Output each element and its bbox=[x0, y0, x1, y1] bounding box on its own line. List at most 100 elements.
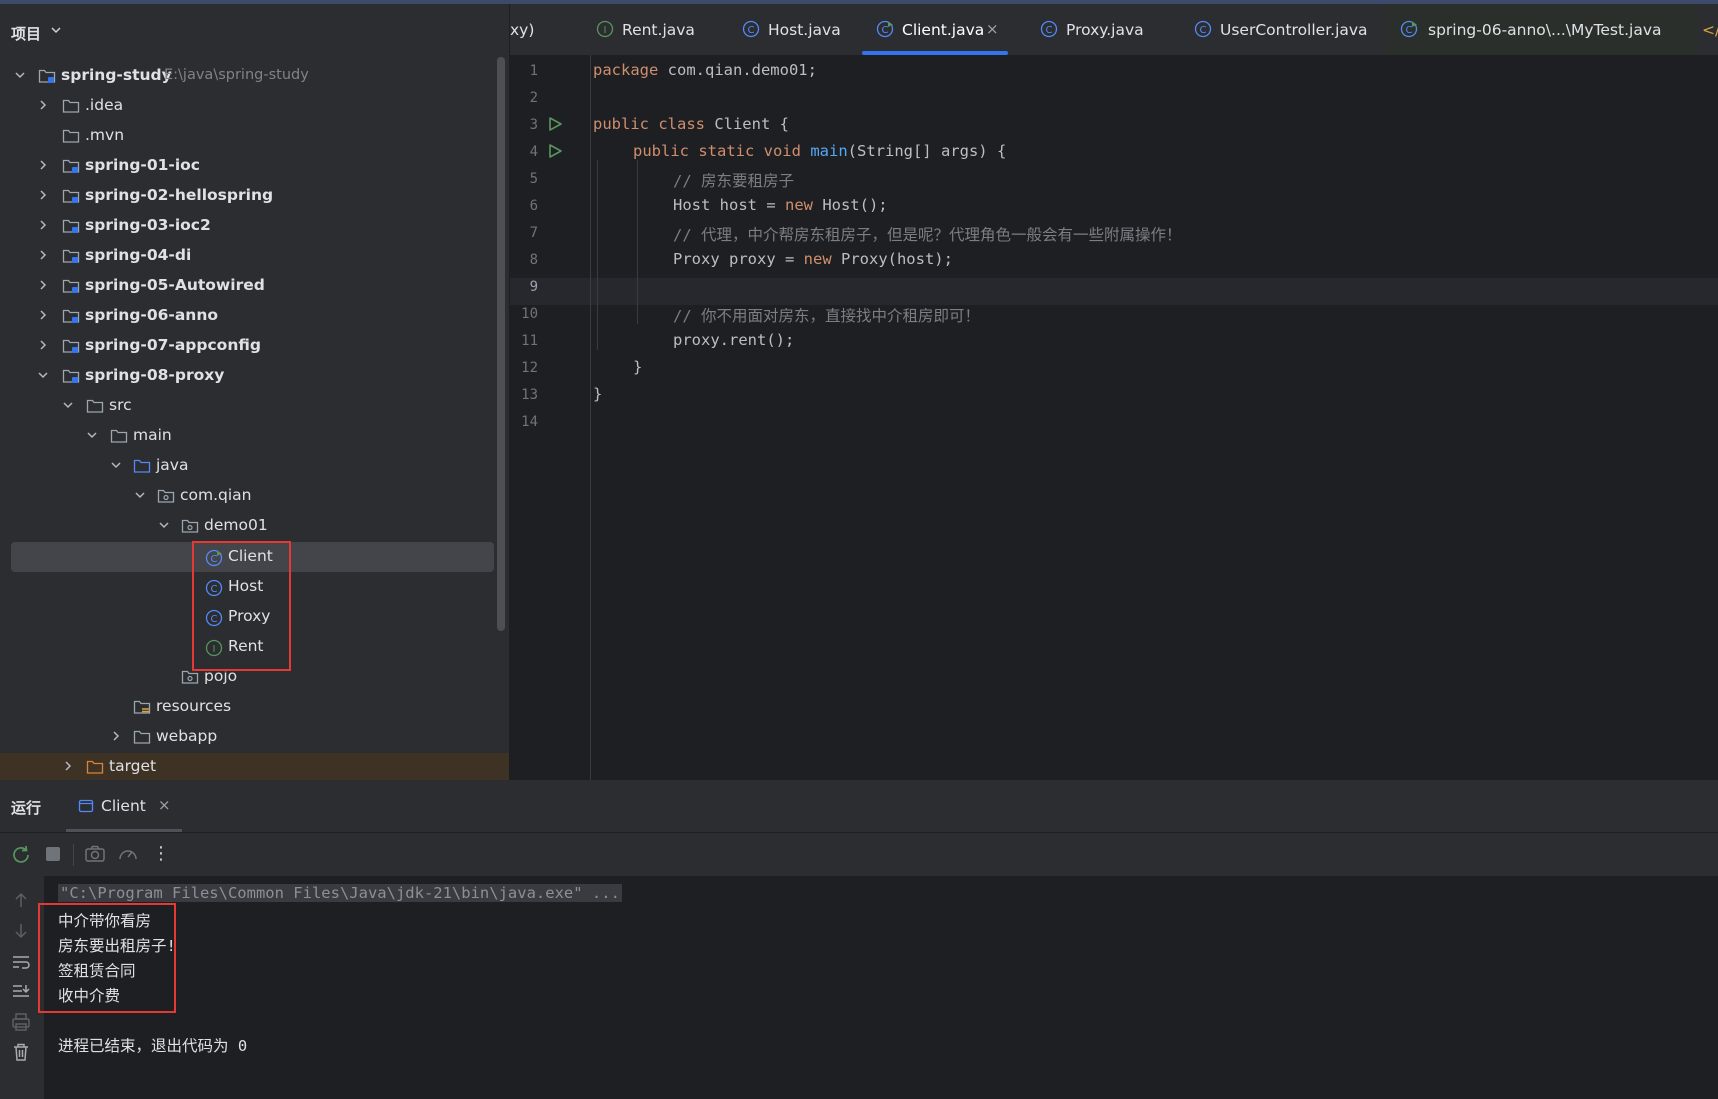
stop-icon[interactable] bbox=[42, 843, 64, 865]
svg-text:C: C bbox=[1406, 25, 1413, 36]
folder-icon bbox=[62, 128, 80, 144]
tree-item-src[interactable]: src bbox=[0, 391, 494, 421]
run-main-icon[interactable] bbox=[547, 143, 563, 159]
tree-item-java[interactable]: java bbox=[0, 451, 494, 481]
chevron-right-icon[interactable] bbox=[37, 309, 49, 321]
chevron-right-icon[interactable] bbox=[37, 189, 49, 201]
tree-item-spring-01-ioc[interactable]: spring-01-ioc bbox=[0, 151, 494, 181]
close-icon[interactable]: × bbox=[986, 20, 999, 38]
chevron-down-icon[interactable] bbox=[134, 489, 146, 501]
code-line-6[interactable]: Host host = new Host(); bbox=[673, 196, 888, 214]
trash-icon[interactable] bbox=[10, 1041, 32, 1063]
chevron-down-icon[interactable] bbox=[62, 399, 74, 411]
tree-item-target[interactable]: target bbox=[0, 752, 494, 782]
tab-rent-java[interactable]: I Rent.java bbox=[584, 4, 718, 55]
chevron-down-icon[interactable] bbox=[86, 429, 98, 441]
tree-item-spring-08-proxy[interactable]: spring-08-proxy bbox=[0, 361, 494, 391]
code-line-7[interactable]: // 代理，中介帮房东租房子，但是呢？代理角色一般会有一些附属操作！ bbox=[673, 223, 1182, 245]
code-line-1[interactable]: package com.qian.demo01; bbox=[593, 61, 817, 79]
code-line-10[interactable]: // 你不用面对房东，直接找中介租房即可！ bbox=[673, 304, 980, 326]
code-line-4[interactable]: public static void main(String[] args) { bbox=[633, 142, 1006, 160]
tree-item-spring-05-autowired[interactable]: spring-05-Autowired bbox=[0, 271, 494, 301]
code-line-12[interactable]: } bbox=[633, 358, 642, 376]
tab-label: Host.java bbox=[768, 21, 841, 39]
tree-item-spring-03-ioc2[interactable]: spring-03-ioc2 bbox=[0, 211, 494, 241]
project-title[interactable]: 项目 bbox=[11, 23, 41, 44]
rerun-icon[interactable] bbox=[10, 843, 32, 865]
code-keyword: new bbox=[784, 196, 813, 214]
code-text: Proxy proxy = bbox=[673, 250, 804, 268]
module-folder-icon bbox=[62, 368, 80, 384]
chevron-right-icon[interactable] bbox=[37, 279, 49, 291]
code-line-8[interactable]: Proxy proxy = new Proxy(host); bbox=[673, 250, 953, 268]
scroll-to-end-icon[interactable] bbox=[10, 981, 32, 1003]
tree-item-main[interactable]: main bbox=[0, 421, 494, 451]
tree-item-spring-04-di[interactable]: spring-04-di bbox=[0, 241, 494, 271]
tab-partial[interactable]: xy) bbox=[510, 4, 564, 55]
chevron-right-icon[interactable] bbox=[37, 339, 49, 351]
soft-wrap-icon[interactable] bbox=[10, 951, 32, 973]
tree-item-mvn[interactable]: .mvn bbox=[0, 121, 494, 151]
chevron-down-icon[interactable] bbox=[37, 369, 49, 381]
gauge-icon[interactable] bbox=[117, 843, 139, 865]
tree-item-demo01[interactable]: demo01 bbox=[0, 511, 494, 541]
console-exit-line: 进程已结束，退出代码为 0 bbox=[58, 1037, 248, 1055]
class-icon: C bbox=[1194, 20, 1212, 38]
run-tab-client[interactable]: Client × bbox=[66, 780, 182, 832]
chevron-down-icon[interactable] bbox=[158, 519, 170, 531]
tree-item-webapp[interactable]: webapp bbox=[0, 722, 494, 752]
tree-item-spring-02-hellospring[interactable]: spring-02-hellospring bbox=[0, 181, 494, 211]
tab-mytest-java[interactable]: C spring-06-anno\...\MyTest.java bbox=[1386, 4, 1698, 55]
tree-label: webapp bbox=[156, 727, 218, 745]
svg-text:C: C bbox=[1046, 25, 1053, 36]
line-number: 12 bbox=[521, 360, 538, 376]
chevron-right-icon[interactable] bbox=[37, 159, 49, 171]
project-tool-window: 项目 spring-study E:\java\spring-study .id… bbox=[0, 4, 510, 780]
tree-root-spring-study[interactable]: spring-study E:\java\spring-study bbox=[0, 61, 494, 91]
tree-item-com-qian[interactable]: com.qian bbox=[0, 481, 494, 511]
chevron-right-icon[interactable] bbox=[62, 760, 74, 772]
svg-text:I: I bbox=[604, 25, 607, 36]
module-folder-icon bbox=[38, 68, 56, 84]
chevron-down-icon[interactable] bbox=[50, 24, 62, 39]
code-line-13[interactable]: } bbox=[593, 385, 602, 403]
tab-label: UserController.java bbox=[1220, 21, 1368, 39]
tab-label: Client.java bbox=[902, 21, 985, 39]
chevron-right-icon[interactable] bbox=[37, 219, 49, 231]
close-icon[interactable]: × bbox=[158, 796, 171, 814]
tree-item-resources[interactable]: resources bbox=[0, 692, 494, 722]
code-line-11[interactable]: proxy.rent(); bbox=[673, 331, 794, 349]
camera-icon[interactable] bbox=[84, 843, 106, 865]
line-number: 3 bbox=[529, 117, 538, 133]
chevron-right-icon[interactable] bbox=[37, 99, 49, 111]
line-number-gutter: 1 2 3 4 5 6 7 8 9 10 11 12 13 14 bbox=[510, 55, 591, 780]
more-options-icon[interactable]: ⋮ bbox=[150, 843, 172, 865]
chevron-right-icon[interactable] bbox=[110, 730, 122, 742]
print-icon[interactable] bbox=[10, 1011, 32, 1033]
code-line-3[interactable]: public class Client { bbox=[593, 115, 789, 133]
chevron-right-icon[interactable] bbox=[37, 249, 49, 261]
tree-item-spring-06-anno[interactable]: spring-06-anno bbox=[0, 301, 494, 331]
console-output[interactable]: "C:\Program Files\Common Files\Java\jdk-… bbox=[38, 876, 1718, 1099]
code-line-5[interactable]: // 房东要租房子 bbox=[673, 169, 794, 191]
tab-host-java[interactable]: C Host.java bbox=[730, 4, 860, 55]
tree-item-idea[interactable]: .idea bbox=[0, 91, 494, 121]
class-icon: C bbox=[742, 20, 760, 38]
tab-proxy-java[interactable]: C Proxy.java bbox=[1026, 4, 1162, 55]
project-header: 项目 bbox=[0, 4, 509, 58]
tab-usercontroller-java[interactable]: C UserController.java bbox=[1180, 4, 1380, 55]
tab-overflow[interactable]: </ bbox=[1698, 4, 1718, 55]
code-text: (String[] args) { bbox=[847, 142, 1007, 160]
tree-item-spring-07-appconfig[interactable]: spring-07-appconfig bbox=[0, 331, 494, 361]
source-folder-icon bbox=[133, 458, 151, 474]
arrow-up-icon[interactable] bbox=[10, 889, 32, 911]
arrow-down-icon[interactable] bbox=[10, 920, 32, 942]
tab-client-java[interactable]: C Client.java × bbox=[862, 4, 1008, 55]
tree-label: spring-05-Autowired bbox=[85, 276, 265, 294]
chevron-down-icon[interactable] bbox=[110, 459, 122, 471]
folder-icon bbox=[133, 729, 151, 745]
module-folder-icon bbox=[62, 248, 80, 264]
run-class-icon[interactable] bbox=[547, 116, 563, 132]
chevron-down-icon[interactable] bbox=[14, 69, 26, 81]
project-scrollbar[interactable] bbox=[497, 57, 505, 631]
